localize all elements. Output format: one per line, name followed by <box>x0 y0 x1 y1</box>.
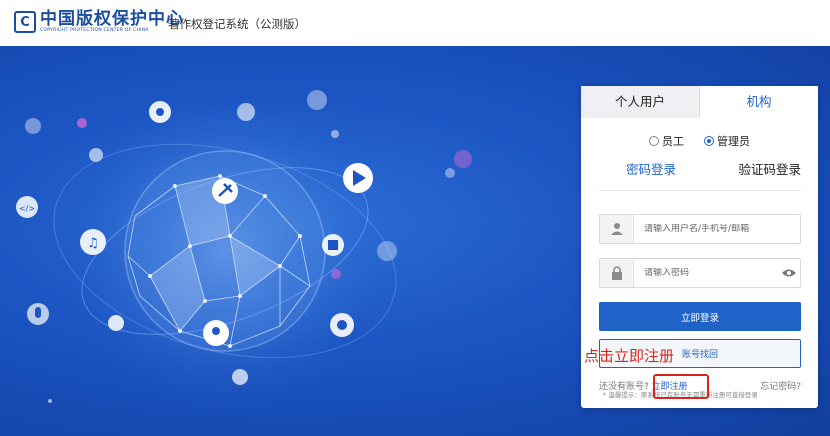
username-field <box>599 214 801 244</box>
image-icon <box>377 241 397 261</box>
role-employee-option[interactable]: 员工 <box>649 133 684 149</box>
location-icon <box>203 320 229 346</box>
recover-label: 账号找回 <box>681 350 718 360</box>
code-icon: </> <box>16 196 38 218</box>
code-login-tab[interactable]: 验证码登录 <box>738 159 801 178</box>
login-mode-switch: 密码登录 验证码登录 <box>599 159 801 191</box>
login-button[interactable]: 立即登录 <box>599 302 801 331</box>
doc-icon <box>307 90 327 110</box>
user-icon <box>600 215 634 243</box>
play-icon <box>343 163 373 193</box>
cpcc-logo[interactable]: C 中国版权保护中心 COPYRIGHT PROTECTION CENTER O… <box>14 10 184 34</box>
logo-text: 中国版权保护中心 COPYRIGHT PROTECTION CENTER OF … <box>40 10 184 34</box>
book-icon <box>322 234 344 256</box>
copyright-icon: C <box>14 11 36 33</box>
register-highlight-box <box>653 374 709 399</box>
mic-icon <box>27 303 49 325</box>
admin-label: 管理员 <box>717 135 750 148</box>
employee-radio[interactable] <box>649 136 659 146</box>
role-selector: 员工 管理员 <box>581 133 818 149</box>
account-type-tabs: 个人用户 机构 <box>581 86 818 118</box>
eye-icon[interactable] <box>778 268 800 278</box>
music-icon: ♫ <box>80 229 106 255</box>
svg-text:</>: </> <box>19 204 35 213</box>
password-login-tab[interactable]: 密码登录 <box>626 159 676 178</box>
username-input[interactable] <box>634 224 800 234</box>
admin-radio[interactable] <box>704 136 714 146</box>
instruction-annotation: 点击立即注册 <box>584 347 675 365</box>
role-admin-option[interactable]: 管理员 <box>704 133 750 149</box>
top-header: C 中国版权保护中心 COPYRIGHT PROTECTION CENTER O… <box>0 0 830 46</box>
badge-icon <box>237 103 255 121</box>
password-input[interactable] <box>634 268 778 278</box>
svg-text:♫: ♫ <box>87 236 99 251</box>
palette-icon <box>330 313 354 337</box>
forgot-password-link[interactable]: 忘记密码? <box>760 379 801 392</box>
film-reel-icon <box>149 101 171 123</box>
logo-main-text: 中国版权保护中心 <box>40 9 184 29</box>
tab-personal-user[interactable]: 个人用户 <box>581 86 700 118</box>
disc-icon <box>232 369 248 385</box>
password-field <box>599 258 801 288</box>
gavel-icon <box>212 178 238 204</box>
system-title: 著作权登记系统（公测版） <box>168 17 306 31</box>
logo-sub-text: COPYRIGHT PROTECTION CENTER OF CHINA <box>40 28 149 33</box>
lock-icon <box>600 259 634 287</box>
camera-icon <box>108 315 124 331</box>
tab-organization[interactable]: 机构 <box>700 86 818 118</box>
employee-label: 员工 <box>662 135 684 148</box>
